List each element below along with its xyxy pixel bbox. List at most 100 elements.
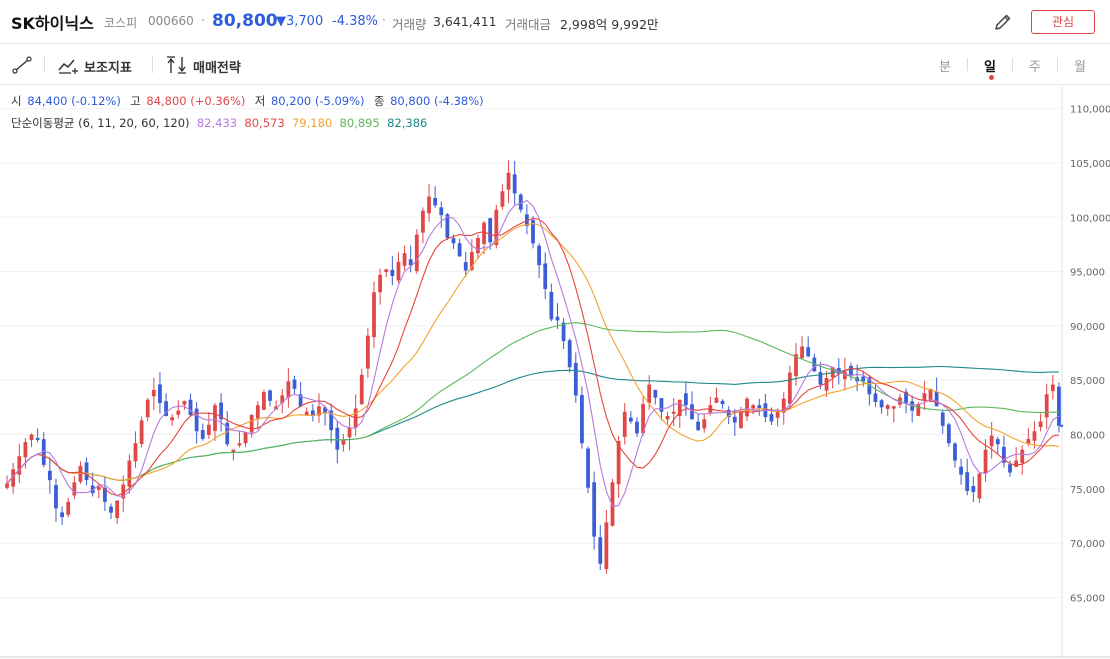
candle-body — [109, 506, 113, 513]
candle-body — [5, 483, 9, 488]
candle-body — [457, 243, 462, 257]
candle-body — [359, 374, 364, 405]
candle-body — [145, 399, 150, 418]
candle-body — [732, 416, 737, 423]
candle-body — [537, 245, 542, 266]
watchlist-button[interactable]: 관심 — [1031, 10, 1095, 34]
candle-body — [806, 347, 811, 357]
low-value: 80,200 (-5.09%) — [270, 94, 365, 108]
candle-body — [861, 376, 866, 382]
y-tick-label: 110,000 — [1070, 105, 1110, 116]
candle-body — [1038, 421, 1043, 428]
y-tick-label: 80,000 — [1070, 431, 1105, 442]
trade-strategy-icon[interactable] — [165, 55, 189, 75]
indicator-icon[interactable] — [57, 55, 79, 75]
candle-body — [463, 262, 468, 271]
candle-body — [115, 500, 120, 519]
candle-body — [598, 537, 603, 564]
candle-body — [347, 427, 352, 438]
candle-body — [54, 485, 58, 509]
candle-body — [787, 372, 792, 404]
candle-body — [396, 261, 401, 281]
y-tick-label: 95,000 — [1070, 268, 1105, 279]
period-tab-week[interactable]: 주 — [1029, 56, 1041, 75]
candle-body — [745, 398, 749, 417]
toolbar-divider — [152, 56, 153, 73]
candle-body — [1044, 394, 1049, 418]
candle-body — [934, 391, 939, 407]
ma11-value: 80,573 — [244, 116, 285, 130]
candle-body — [127, 460, 132, 487]
candle-body — [433, 198, 438, 206]
candle-body — [182, 400, 187, 405]
candle-body — [427, 196, 431, 214]
close-value: 80,800 (-4.38%) — [390, 94, 484, 108]
price-change: ▼3,700 — [276, 14, 324, 29]
open-value: 84,400 (-0.12%) — [27, 94, 121, 108]
candle-body — [549, 291, 554, 320]
drawing-tool-icon[interactable] — [11, 55, 33, 75]
candle-body — [188, 399, 193, 415]
candle-body — [384, 269, 389, 272]
candle-body — [1014, 460, 1019, 468]
candle-body — [1020, 449, 1025, 463]
candle-body — [170, 417, 175, 421]
candle-body — [800, 346, 804, 359]
candle-body — [775, 411, 780, 418]
candle-body — [365, 335, 370, 369]
candle-body — [696, 421, 701, 431]
period-tab-day[interactable]: 일 — [984, 56, 996, 75]
candle-body — [843, 371, 847, 380]
candle-body — [604, 522, 609, 570]
period-tab-minute[interactable]: 분 — [939, 56, 951, 75]
candle-body — [133, 443, 138, 462]
candle-body — [824, 378, 829, 391]
candle-body — [243, 432, 248, 444]
separator-dot: · — [382, 13, 386, 27]
candle-body — [628, 417, 633, 422]
candle-body — [402, 253, 407, 266]
moving-average-legend: 단순이동평균 (6, 11, 20, 60, 120) 82,433 80,57… — [11, 115, 427, 131]
high-label: 고 — [130, 94, 141, 108]
candle-body — [567, 340, 572, 368]
candle-body — [506, 172, 511, 190]
volume-label: 거래량 — [392, 17, 427, 32]
ohlc-readout: 시 84,400 (-0.12%) 고 84,800 (+0.36%) 저 80… — [11, 93, 486, 109]
candle-body — [769, 413, 774, 422]
ma60-value: 80,895 — [339, 116, 380, 130]
candle-body — [739, 411, 743, 428]
indicator-button[interactable]: 보조지표 — [84, 57, 132, 76]
candle-body — [35, 437, 40, 440]
candle-body — [66, 501, 71, 515]
candle-body — [476, 237, 480, 254]
active-period-indicator — [989, 75, 994, 80]
candle-body — [873, 393, 878, 402]
candle-body — [29, 434, 34, 441]
candlestick-chart[interactable]: 110,000 105,000 100,000 95,000 90,000 85,000 8… — [0, 86, 1110, 659]
y-tick-label: 70,000 — [1070, 539, 1105, 550]
candle-body — [543, 263, 548, 289]
separator-dot: · — [201, 13, 205, 27]
trade-amount-value: 2,998억 9,992만 — [560, 17, 659, 32]
y-tick-label: 90,000 — [1070, 322, 1105, 333]
y-tick-label: 75,000 — [1070, 485, 1105, 496]
candle-body — [341, 439, 346, 445]
candle-body — [200, 430, 205, 439]
candle-body — [683, 393, 688, 406]
period-tab-month[interactable]: 월 — [1074, 56, 1086, 75]
pencil-icon[interactable] — [992, 11, 1014, 33]
low-label: 저 — [254, 94, 266, 108]
candle-body — [72, 482, 77, 496]
candle-body — [586, 448, 590, 488]
candle-body — [714, 397, 719, 403]
candle-body — [1008, 464, 1012, 473]
candle-body — [194, 408, 199, 432]
candle-body — [849, 365, 853, 376]
candle-body — [500, 191, 505, 207]
candle-body — [414, 234, 419, 272]
current-price: 80,800 — [212, 11, 278, 31]
candle-body — [78, 465, 83, 482]
candle-body — [659, 398, 664, 412]
trade-strategy-button[interactable]: 매매전략 — [193, 57, 241, 76]
candle-body — [555, 316, 560, 321]
